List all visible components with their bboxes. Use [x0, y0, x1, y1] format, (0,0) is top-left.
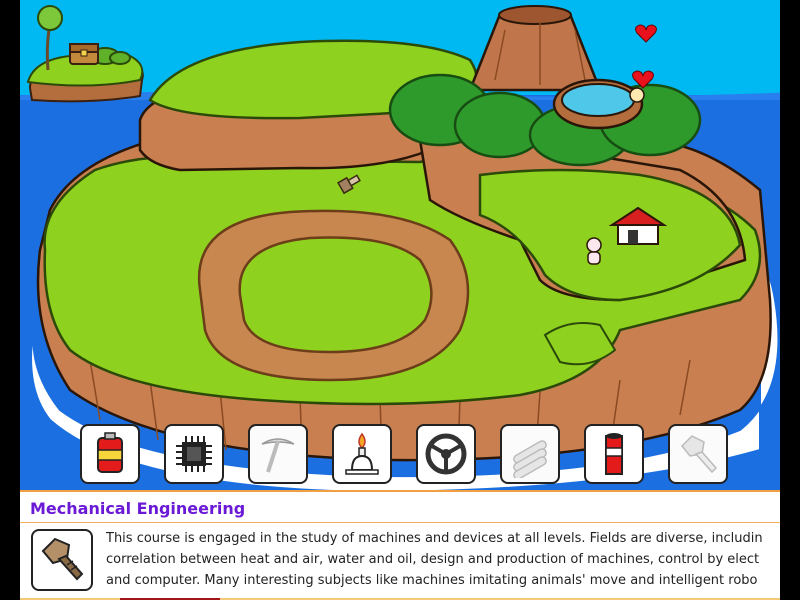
game-screen: Mechanical Engineering This course is en… — [0, 0, 800, 600]
item-slot-chimney[interactable] — [584, 424, 644, 484]
item-slot-microchip[interactable] — [164, 424, 224, 484]
course-icon-box — [31, 529, 93, 591]
hot-spring[interactable] — [552, 78, 645, 130]
item-bar — [80, 424, 735, 490]
course-description-line: and computer. Many interesting subjects … — [106, 573, 758, 588]
course-info-panel: Mechanical Engineering This course is en… — [20, 490, 780, 600]
bather-character[interactable] — [629, 87, 645, 103]
alcohol-burner-icon — [345, 432, 379, 475]
course-title: Mechanical Engineering — [30, 499, 246, 518]
steering-wheel-icon — [425, 433, 467, 475]
item-slot-alcohol-burner[interactable] — [332, 424, 392, 484]
left-letterbox — [0, 0, 20, 600]
title-divider — [20, 522, 780, 523]
logs-icon — [513, 440, 547, 478]
course-description: This course is engaged in the study of m… — [106, 528, 780, 591]
item-slot-oil-can[interactable] — [80, 424, 140, 484]
course-description-line: This course is engaged in the study of m… — [106, 531, 763, 546]
item-slot-logs[interactable] — [500, 424, 560, 484]
treasure-chest-icon[interactable] — [69, 43, 99, 65]
item-slot-steering-wheel[interactable] — [416, 424, 476, 484]
course-description-line: correlation between heat and air, water … — [106, 552, 760, 567]
pickaxe-icon — [261, 438, 295, 473]
item-slot-bolt[interactable] — [668, 424, 728, 484]
microchip-icon — [176, 436, 212, 472]
oil-can-icon — [97, 432, 123, 473]
player-character[interactable] — [586, 237, 602, 265]
bolt-icon — [41, 537, 84, 581]
bolt-icon — [680, 435, 718, 474]
item-slot-pickaxe[interactable] — [248, 424, 308, 484]
dirt-track — [197, 209, 470, 382]
chimney-icon — [605, 433, 623, 475]
right-letterbox — [780, 0, 800, 600]
